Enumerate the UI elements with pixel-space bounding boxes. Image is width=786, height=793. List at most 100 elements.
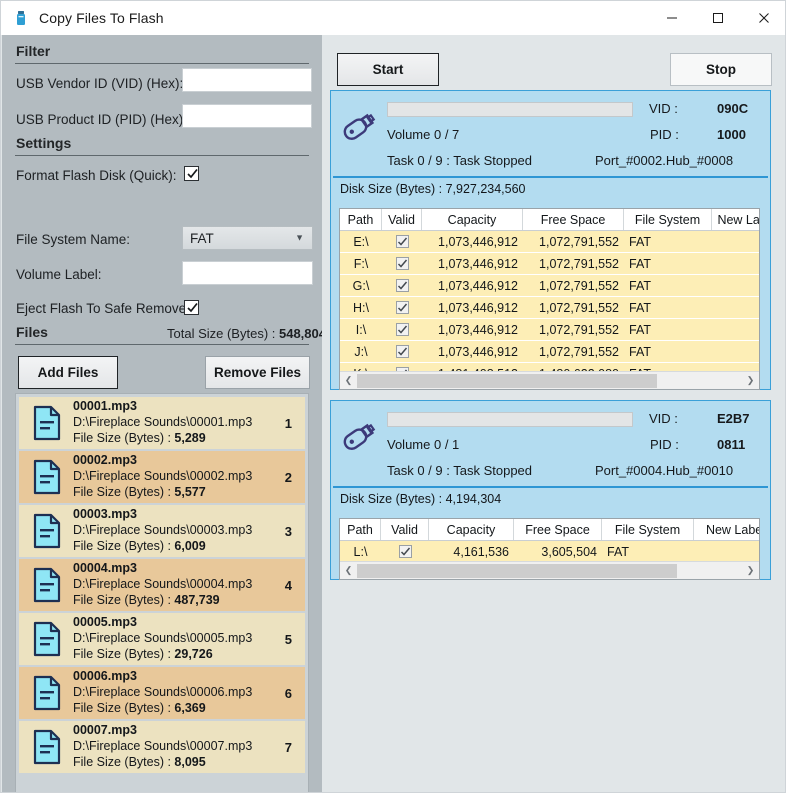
file-list-item[interactable]: 00006.mp3 D:\Fireplace Sounds\00006.mp3 Fi… (19, 667, 305, 719)
column-header[interactable]: New Label (694, 519, 759, 540)
file-name: 00001.mp3 (73, 399, 137, 414)
table-row[interactable]: E:\1,073,446,9121,072,791,552FATNo (340, 231, 759, 253)
column-header[interactable]: Path (340, 209, 382, 230)
scrollbar-thumb[interactable] (357, 373, 658, 388)
valid-checkbox[interactable] (395, 323, 409, 336)
file-size-value: 6,369 (174, 700, 206, 715)
volume-table[interactable]: Path Valid Capacity Free Space File System Ne… (339, 208, 760, 390)
valid-checkbox[interactable] (395, 235, 409, 248)
cell-valid[interactable] (382, 275, 422, 296)
settings-section-divider (15, 155, 309, 156)
file-list-item[interactable]: 00005.mp3 D:\Fireplace Sounds\00005.mp3 Fi… (19, 613, 305, 665)
chevron-right-icon[interactable]: ❯ (742, 563, 759, 579)
cell-file-system: FAT (629, 300, 651, 315)
column-header[interactable]: Capacity (429, 519, 514, 540)
scrollbar-track[interactable] (357, 373, 742, 389)
valid-checkbox[interactable] (395, 279, 409, 292)
cell-valid[interactable] (382, 319, 422, 340)
table-horizontal-scrollbar[interactable]: ❮ ❯ (340, 561, 759, 579)
file-list-item[interactable]: 00002.mp3 D:\Fireplace Sounds\00002.mp3 Fi… (19, 451, 305, 503)
chevron-right-icon[interactable]: ❯ (742, 373, 759, 389)
volume-table-header: Path Valid Capacity Free Space File System Ne… (340, 209, 759, 231)
usb-product-id-input[interactable] (182, 104, 312, 128)
column-header[interactable]: Path (340, 519, 381, 540)
table-row[interactable]: G:\1,073,446,9121,072,791,552FATNo (340, 275, 759, 297)
stop-button[interactable]: Stop (670, 53, 772, 86)
scrollbar-thumb[interactable] (357, 563, 677, 578)
file-size-prefix: File Size (Bytes) : (73, 700, 175, 715)
file-path: D:\Fireplace Sounds\00003.mp3 (73, 523, 253, 538)
volume-table-body: E:\1,073,446,9121,072,791,552FATNoF:\1,0… (340, 231, 759, 385)
volume-label-input[interactable] (182, 261, 313, 285)
device-pid-value: 1000 (717, 127, 746, 142)
file-index: 4 (284, 577, 292, 593)
scrollbar-track[interactable] (357, 563, 742, 579)
file-list-item[interactable]: 00001.mp3 D:\Fireplace Sounds\00001.mp3 Fi… (19, 397, 305, 449)
valid-checkbox[interactable] (398, 545, 412, 558)
file-name: 00006.mp3 (73, 669, 137, 684)
table-row[interactable]: I:\1,073,446,9121,072,791,552FATNo (340, 319, 759, 341)
close-button[interactable] (741, 2, 785, 35)
table-horizontal-scrollbar[interactable]: ❮ ❯ (340, 371, 759, 389)
valid-checkbox[interactable] (395, 257, 409, 270)
left-panel: Filter USB Vendor ID (VID) (Hex): USB Pr… (2, 35, 326, 792)
column-header[interactable]: Capacity (422, 209, 523, 230)
eject-flash-checkbox[interactable] (184, 300, 199, 315)
cell-valid[interactable] (382, 341, 422, 362)
file-list-item[interactable]: 00003.mp3 D:\Fireplace Sounds\00003.mp3 Fi… (19, 505, 305, 557)
file-size-value: 5,289 (174, 430, 206, 445)
file-system-name-select[interactable]: FAT ▼ (182, 226, 313, 250)
chevron-down-icon: ▼ (295, 232, 304, 243)
file-meta: 00001.mp3 D:\Fireplace Sounds\00001.mp3 Fi… (73, 399, 285, 447)
valid-checkbox[interactable] (395, 301, 409, 314)
file-meta: 00006.mp3 D:\Fireplace Sounds\00006.mp3 Fi… (73, 669, 285, 717)
column-header[interactable]: Valid (382, 209, 422, 230)
cell-valid[interactable] (382, 231, 422, 252)
add-files-button[interactable]: Add Files (18, 356, 118, 389)
usb-drive-icon (339, 105, 381, 147)
usb-flash-drive-icon (13, 10, 29, 26)
volume-table[interactable]: Path Valid Capacity Free Space File System Ne… (339, 518, 760, 580)
cell-file-system: FAT (629, 278, 651, 293)
minimize-button[interactable] (649, 2, 695, 35)
chevron-left-icon[interactable]: ❮ (340, 373, 357, 389)
file-size: File Size (Bytes) : 6,009 (73, 539, 285, 555)
format-flash-disk-checkbox[interactable] (184, 166, 199, 181)
column-header[interactable]: New Label (712, 209, 759, 230)
file-meta: 00002.mp3 D:\Fireplace Sounds\00002.mp3 Fi… (73, 453, 285, 501)
table-row[interactable]: F:\1,073,446,9121,072,791,552FATNo (340, 253, 759, 275)
remove-files-button[interactable]: Remove Files (205, 356, 310, 389)
file-name: 00007.mp3 (73, 723, 137, 738)
cell-new-label (712, 231, 759, 252)
document-icon (31, 675, 63, 711)
cell-file-system: FAT (629, 344, 651, 359)
title-bar: Copy Files To Flash (1, 1, 785, 35)
table-row[interactable]: H:\1,073,446,9121,072,791,552FATNo (340, 297, 759, 319)
valid-checkbox[interactable] (395, 345, 409, 358)
cell-valid[interactable] (382, 297, 422, 318)
column-header[interactable]: File System (602, 519, 694, 540)
document-icon (31, 405, 63, 441)
column-header[interactable]: Valid (381, 519, 429, 540)
chevron-left-icon[interactable]: ❮ (340, 563, 357, 579)
cell-valid[interactable] (381, 541, 429, 562)
table-row[interactable]: L:\4,161,5363,605,504FATNo Error D (340, 541, 759, 563)
cell-valid[interactable] (382, 253, 422, 274)
device-card[interactable]: Volume 0 / 1 Task 0 / 9 : Task Stopped VID… (330, 400, 771, 580)
column-header[interactable]: Free Space (523, 209, 624, 230)
cell-file-system: FAT (629, 322, 651, 337)
file-list-item[interactable]: 00007.mp3 D:\Fireplace Sounds\00007.mp3 Fi… (19, 721, 305, 773)
start-button[interactable]: Start (337, 53, 439, 86)
device-card[interactable]: Volume 0 / 7 Task 0 / 9 : Task Stopped VID… (330, 90, 771, 390)
table-row[interactable]: J:\1,073,446,9121,072,791,552FATNo (340, 341, 759, 363)
maximize-button[interactable] (695, 2, 741, 35)
column-header[interactable]: Free Space (514, 519, 602, 540)
file-size: File Size (Bytes) : 6,369 (73, 701, 285, 717)
cell-file-system: FAT (629, 256, 651, 271)
column-header[interactable]: File System (624, 209, 712, 230)
usb-vendor-id-input[interactable] (182, 68, 312, 92)
file-list-item[interactable]: 00004.mp3 D:\Fireplace Sounds\00004.mp3 Fi… (19, 559, 305, 611)
cell-capacity: 4,161,536 (453, 544, 509, 559)
file-list[interactable]: 00001.mp3 D:\Fireplace Sounds\00001.mp3 Fi… (15, 393, 309, 792)
file-path: D:\Fireplace Sounds\00002.mp3 (73, 469, 253, 484)
